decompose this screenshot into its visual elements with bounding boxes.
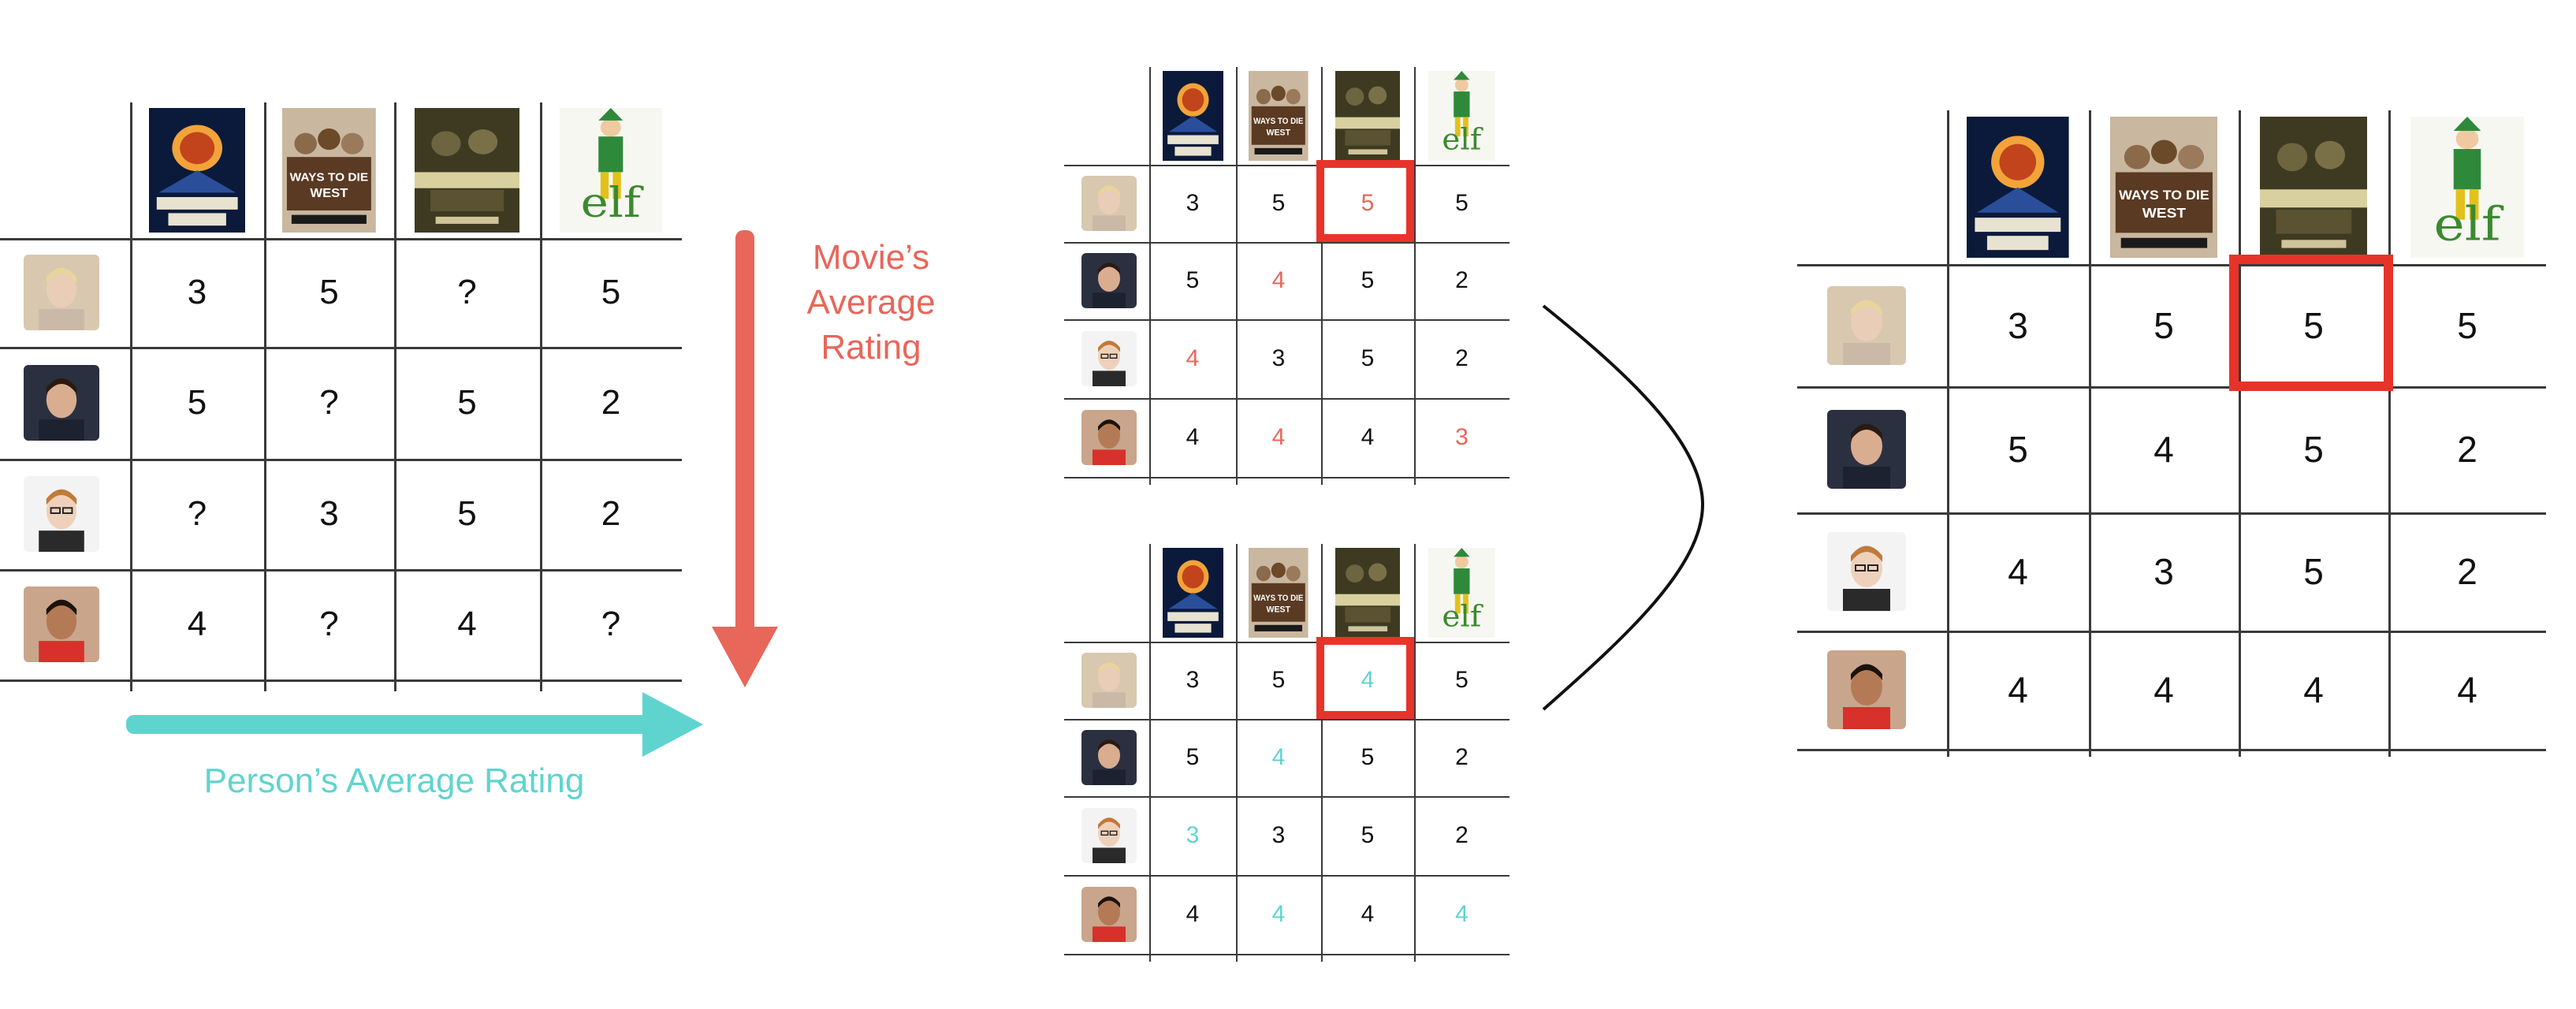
suit-man-avatar	[1081, 730, 1137, 785]
highlight-box	[2229, 255, 2393, 391]
svg-text:WEST: WEST	[1267, 605, 1291, 614]
rating-cell: 2	[1455, 744, 1469, 770]
glasses-man-avatar	[1827, 532, 1906, 611]
blonde-woman-avatar	[1081, 176, 1137, 231]
red-shirt-man-avatar	[1081, 410, 1137, 465]
highlight-box	[1316, 160, 1414, 242]
rating-cell: 2	[1455, 267, 1469, 293]
rating-cell: 4	[1271, 267, 1286, 293]
rating-cell: 4	[1186, 345, 1200, 371]
rating-cell: 5	[1455, 667, 1469, 693]
red-shirt-man-avatar	[1081, 887, 1137, 942]
rating-cell: 2	[2457, 429, 2477, 470]
svg-text:elf: elf	[1442, 600, 1484, 634]
rating-cell: 4	[1455, 901, 1469, 927]
glasses-man-avatar	[1081, 331, 1137, 386]
red-shirt-man-avatar	[1827, 650, 1906, 729]
million-ways-poster-icon: WAYS TO DIE WEST	[1249, 70, 1308, 162]
rating-cell: 5	[2008, 429, 2028, 470]
svg-text:WEST: WEST	[1267, 128, 1291, 137]
million-ways-poster-icon: WAYS TO DIE WEST	[2109, 116, 2218, 259]
svg-text:elf: elf	[1442, 123, 1484, 157]
person-average-arrow	[126, 692, 703, 757]
rating-cell: 5	[1271, 190, 1286, 216]
suit-man-avatar	[1827, 410, 1906, 489]
rating-cell: 4	[2457, 669, 2477, 710]
highlight-box	[1316, 637, 1414, 719]
rating-cell: 4	[1186, 901, 1200, 927]
glasses-man-avatar	[1081, 808, 1137, 863]
middle-top-rating-matrix: WAYS TO DIE WEST elf 3 5 5 5 5 4 5 2 4 3…	[1064, 59, 1521, 485]
person-average-label: Person’s Average Rating	[203, 761, 585, 800]
rating-cell: 4	[1271, 424, 1286, 450]
rating-cell: 3	[1186, 667, 1200, 693]
blonde-woman-avatar	[1081, 653, 1137, 708]
rating-cell: 5	[1361, 267, 1375, 293]
svg-text:WAYS TO DIE: WAYS TO DIE	[1253, 594, 1303, 602]
rating-cell: 4	[2008, 669, 2028, 710]
rating-cell: 2	[2457, 551, 2477, 592]
rating-cell: 4	[2303, 669, 2324, 710]
rating-cell: 3	[2153, 551, 2174, 592]
grid-row-line	[1064, 477, 1509, 478]
middle-bottom-rating-matrix: WAYS TO DIE WEST elf 3 5 4 5 5 4 5 2 3 3…	[1064, 536, 1521, 966]
rating-cell: 5	[2457, 304, 2477, 346]
rating-cell: 4	[2153, 669, 2174, 710]
rating-cell: 5	[1361, 744, 1375, 770]
million-ways-poster-icon: WAYS TO DIE WEST	[1249, 547, 1308, 639]
rating-cell: 2	[1455, 345, 1469, 371]
rating-cell: 5	[1455, 190, 1469, 216]
elf-poster-icon: elf	[2410, 116, 2524, 259]
star-wars-poster-icon	[1162, 70, 1223, 162]
rating-cell: 3	[1186, 822, 1200, 848]
rating-cell: 5	[2303, 551, 2324, 592]
rating-cell: 4	[1361, 901, 1375, 927]
rating-cell: 3	[2008, 304, 2028, 346]
grid-row-line	[1064, 954, 1509, 955]
right-rating-matrix: WAYS TO DIE WEST elf 3 5 5 5 5 4 5 2 4 3…	[1797, 95, 2554, 773]
elf-poster-icon: elf	[1428, 547, 1495, 639]
grid-row-line	[1797, 749, 2546, 751]
rating-cell: 5	[1271, 667, 1286, 693]
rating-cell: 4	[2008, 551, 2028, 592]
rating-cell: 4	[1186, 424, 1200, 450]
rating-cell: 4	[1361, 424, 1375, 450]
svg-text:WEST: WEST	[2142, 204, 2186, 220]
rating-cell: 5	[2303, 429, 2324, 470]
rating-cell: 3	[1271, 822, 1286, 848]
rating-cell: 3	[1271, 345, 1286, 371]
lotr-poster-icon	[1335, 70, 1401, 162]
lotr-poster-icon	[2259, 116, 2368, 259]
suit-man-avatar	[1081, 253, 1137, 308]
rating-cell: 5	[1186, 744, 1200, 770]
rating-cell: 5	[1361, 345, 1375, 371]
rating-cell: 4	[2153, 429, 2174, 470]
rating-cell: 4	[1271, 901, 1286, 927]
combine-brace	[1542, 304, 1705, 711]
svg-text:WAYS TO DIE: WAYS TO DIE	[1253, 117, 1303, 125]
star-wars-poster-icon	[1162, 547, 1223, 639]
svg-text:WAYS TO DIE: WAYS TO DIE	[2119, 187, 2209, 202]
movie-average-arrow	[712, 230, 778, 687]
svg-text:elf: elf	[2434, 197, 2504, 251]
rating-cell: 2	[1455, 822, 1469, 848]
rating-cell: 3	[1455, 424, 1469, 450]
elf-poster-icon: elf	[1428, 70, 1495, 162]
movie-average-label: Movie’s Average Rating	[806, 238, 936, 367]
rating-cell: 5	[1361, 822, 1375, 848]
blonde-woman-avatar	[1827, 285, 1906, 365]
rating-cell: 3	[1186, 190, 1200, 216]
rating-cell: 5	[1186, 267, 1200, 293]
star-wars-poster-icon	[1967, 116, 2069, 259]
lotr-poster-icon	[1335, 547, 1401, 639]
rating-cell: 4	[1271, 744, 1286, 770]
rating-cell: 5	[2153, 304, 2174, 346]
